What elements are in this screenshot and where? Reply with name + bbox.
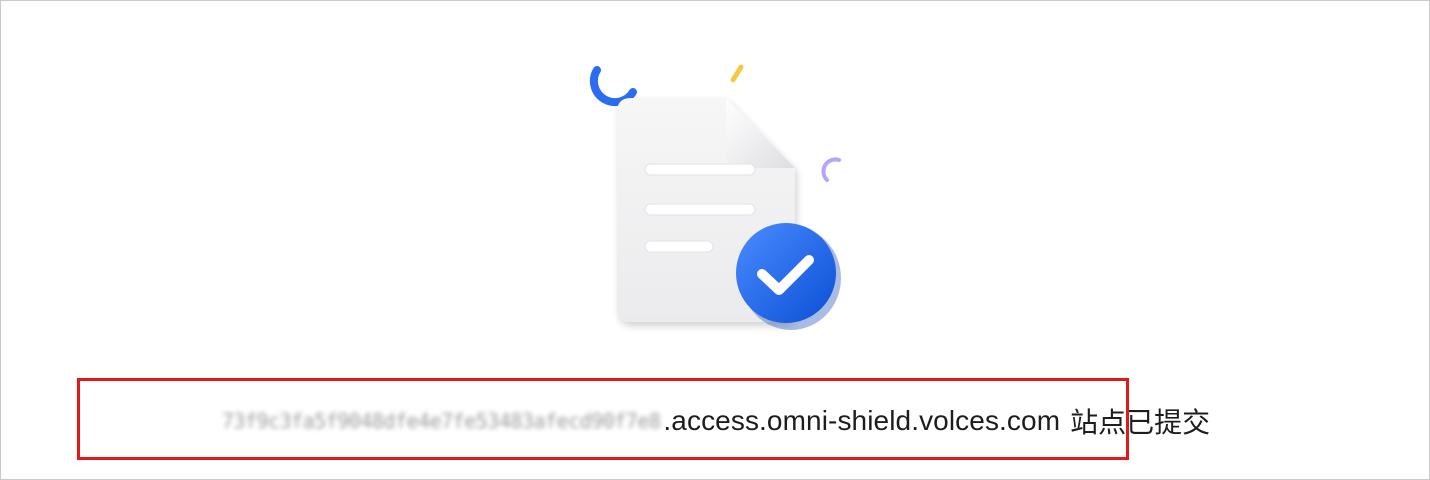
- domain-highlight-box: [77, 378, 1129, 460]
- purple-arc-icon: [821, 157, 841, 182]
- document-line: [644, 240, 714, 253]
- document-submitted-illustration: [589, 64, 841, 330]
- blue-arc-icon: [589, 66, 637, 107]
- document-line: [644, 163, 756, 176]
- yellow-dash-icon: [730, 64, 744, 83]
- document-line: [644, 203, 756, 216]
- dialog-frame: 73f9c3fa5f9048dfe4e7fe53483afecd90f7e8 .…: [0, 0, 1430, 480]
